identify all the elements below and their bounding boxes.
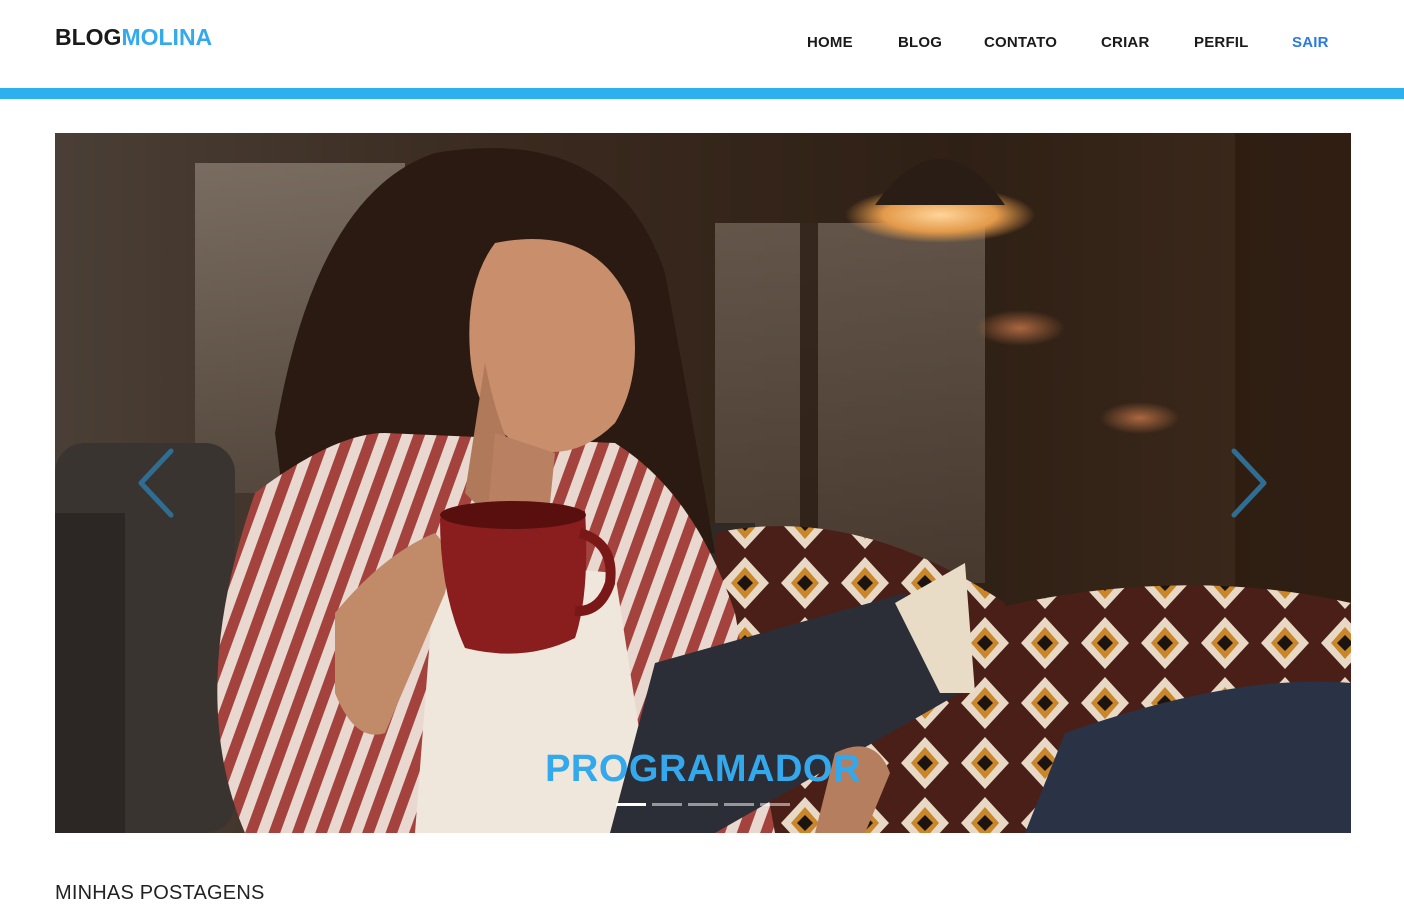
slide-image-woman-reading (55, 133, 1351, 833)
chevron-left-icon (138, 448, 174, 518)
carousel-indicator-1[interactable] (616, 803, 646, 806)
carousel-indicator-5[interactable] (760, 803, 790, 806)
nav-link-contato[interactable]: CONTATO (984, 33, 1057, 53)
header-accent-bar (0, 88, 1404, 99)
carousel-next-button[interactable] (1220, 447, 1270, 519)
chevron-right-icon (1231, 448, 1267, 518)
carousel-indicators (616, 803, 796, 809)
carousel-indicator-4[interactable] (724, 803, 754, 806)
nav-link-sair[interactable]: SAIR (1292, 33, 1329, 53)
slide-caption: PROGRAMADOR (545, 748, 861, 790)
nav-link-perfil[interactable]: PERFIL (1194, 33, 1249, 53)
carousel-prev-button[interactable] (135, 447, 185, 519)
carousel-indicator-3[interactable] (688, 803, 718, 806)
nav-link-home[interactable]: HOME (807, 33, 853, 53)
section-title-minhas-postagens: MINHAS POSTAGENS (55, 882, 265, 904)
carousel-indicator-2[interactable] (652, 803, 682, 806)
nav-link-blog[interactable]: BLOG (898, 33, 942, 53)
site-header: BLOGMOLINA HOME BLOG CONTATO CRIAR PERFI… (0, 0, 1404, 88)
hero-carousel: PROGRAMADOR (55, 133, 1351, 833)
nav-link-criar[interactable]: CRIAR (1101, 33, 1150, 53)
main-nav: HOME BLOG CONTATO CRIAR PERFIL SAIR (0, 33, 1404, 53)
